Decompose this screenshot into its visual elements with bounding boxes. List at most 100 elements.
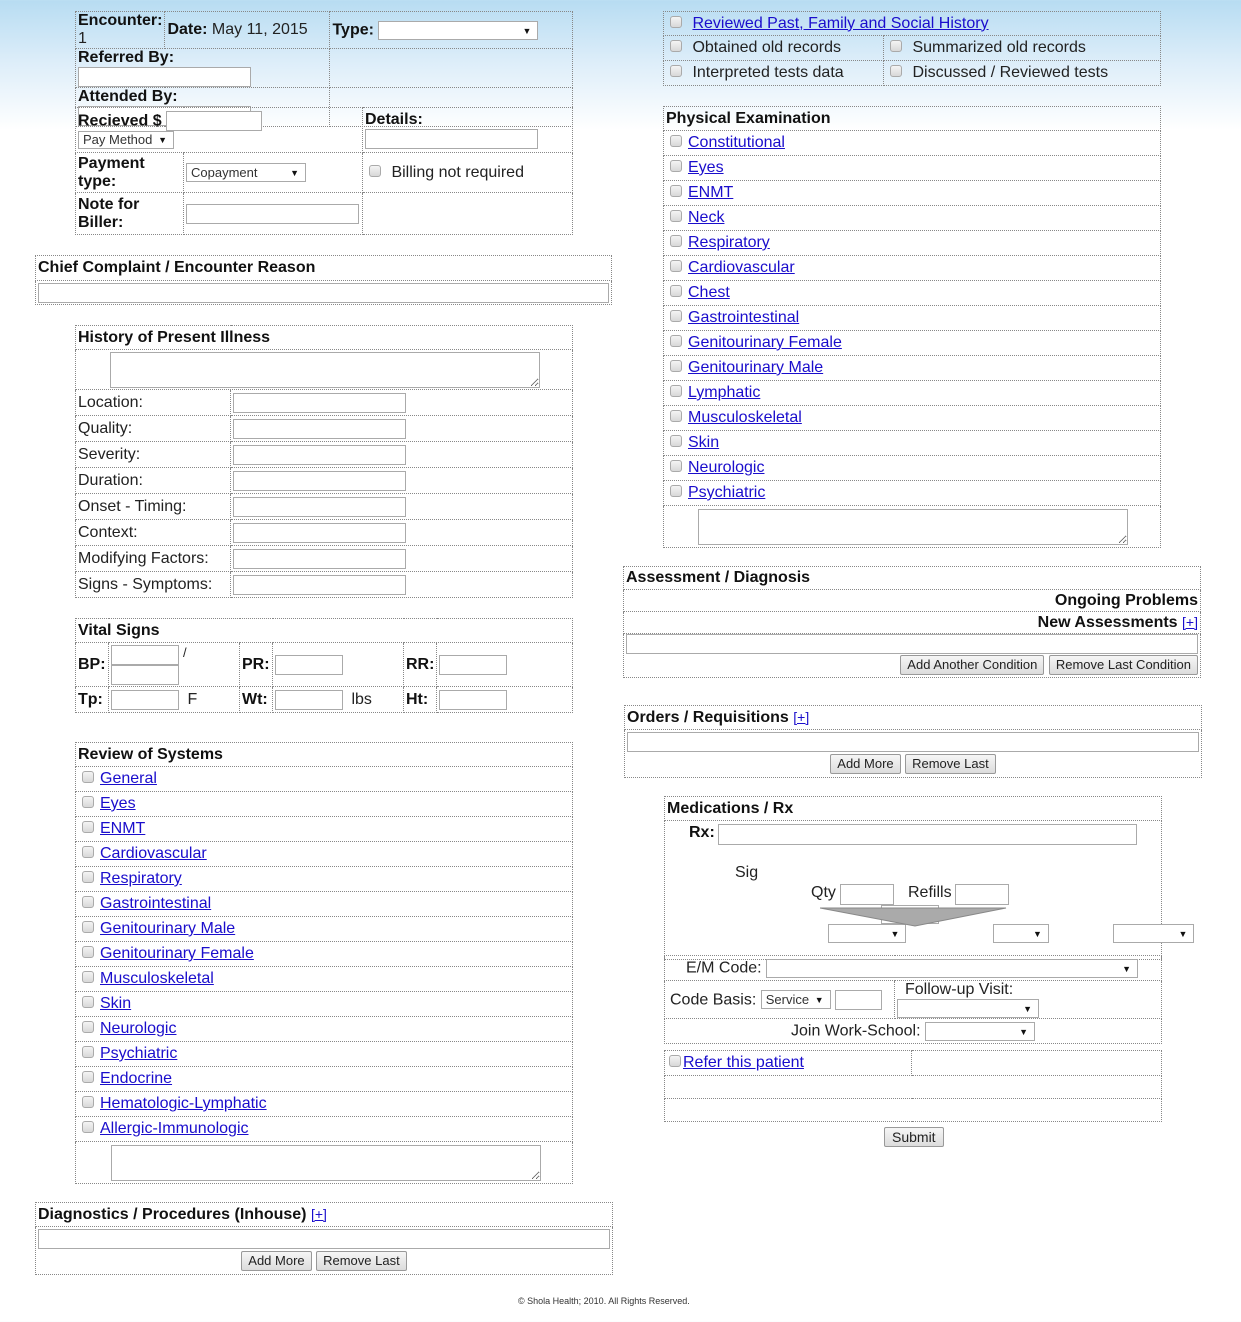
payment-type-select[interactable]: Copayment ▼ xyxy=(186,163,306,182)
physical-exam-item-checkbox[interactable] xyxy=(670,360,682,373)
physical-exam-item-link[interactable]: Cardiovascular xyxy=(688,259,795,276)
code-basis-select[interactable]: Service ▼ xyxy=(760,990,831,1010)
ros-item-checkbox[interactable] xyxy=(82,796,94,809)
rx-input[interactable] xyxy=(718,824,1137,845)
physical-exam-item-checkbox[interactable] xyxy=(670,185,682,198)
ros-item-checkbox[interactable] xyxy=(82,846,94,859)
diagnostics-add-more-button[interactable]: Add More xyxy=(241,1251,312,1271)
orders-input[interactable] xyxy=(627,732,1199,752)
new-assessment-input[interactable] xyxy=(626,634,1198,654)
code-basis-input[interactable] xyxy=(835,989,883,1010)
orders-add-more-button[interactable]: Add More xyxy=(830,754,901,774)
ros-item-link[interactable]: Psychiatric xyxy=(100,1045,177,1062)
physical-exam-textarea[interactable] xyxy=(698,508,1128,545)
weight-input[interactable] xyxy=(275,689,343,710)
chief-complaint-input[interactable] xyxy=(38,282,609,303)
hpi-field-input[interactable] xyxy=(233,574,406,595)
physical-exam-item-link[interactable]: Eyes xyxy=(688,159,724,176)
physical-exam-item-checkbox[interactable] xyxy=(670,235,682,248)
ros-item-checkbox[interactable] xyxy=(82,971,94,984)
rr-input[interactable] xyxy=(439,654,508,675)
ros-item-link[interactable]: Musculoskeletal xyxy=(100,970,214,987)
diagnostics-add-link[interactable]: [+] xyxy=(311,1206,327,1222)
hpi-field-input[interactable] xyxy=(233,496,406,517)
physical-exam-item-link[interactable]: Chest xyxy=(688,284,730,301)
ros-item-link[interactable]: Neurologic xyxy=(100,1020,176,1037)
orders-remove-last-button[interactable]: Remove Last xyxy=(905,754,996,774)
physical-exam-item-checkbox[interactable] xyxy=(670,485,682,498)
em-code-select[interactable]: ▼ xyxy=(766,958,1139,978)
refer-patient-checkbox[interactable] xyxy=(669,1055,681,1068)
physical-exam-item-link[interactable]: Psychiatric xyxy=(688,484,765,501)
obtained-old-records-checkbox[interactable] xyxy=(670,40,682,53)
ros-item-checkbox[interactable] xyxy=(82,871,94,884)
qty-input[interactable] xyxy=(840,884,894,905)
hpi-field-input[interactable] xyxy=(233,418,406,439)
ros-item-checkbox[interactable] xyxy=(82,1096,94,1109)
ros-item-checkbox[interactable] xyxy=(82,1021,94,1034)
bp-diastolic-input[interactable] xyxy=(111,664,179,685)
followup-visit-select[interactable]: ▼ xyxy=(897,999,1039,1018)
pay-method-select[interactable]: Pay Method ▼ xyxy=(78,131,174,149)
ros-item-checkbox[interactable] xyxy=(82,1071,94,1084)
physical-exam-item-checkbox[interactable] xyxy=(670,335,682,348)
physical-exam-item-link[interactable]: Skin xyxy=(688,434,719,451)
ros-item-link[interactable]: Hematologic-Lymphatic xyxy=(100,1095,267,1112)
physical-exam-item-link[interactable]: Respiratory xyxy=(688,234,770,251)
ros-item-checkbox[interactable] xyxy=(82,1121,94,1134)
pfsh-checkbox[interactable] xyxy=(670,15,682,28)
join-work-school-select[interactable]: ▼ xyxy=(924,1021,1035,1041)
type-select[interactable]: ▼ xyxy=(378,20,539,40)
physical-exam-item-checkbox[interactable] xyxy=(670,460,682,473)
diagnostics-remove-last-button[interactable]: Remove Last xyxy=(316,1251,407,1271)
billing-not-required-checkbox[interactable] xyxy=(369,164,381,177)
hpi-field-input[interactable] xyxy=(233,392,406,413)
physical-exam-item-checkbox[interactable] xyxy=(670,410,682,423)
ros-item-link[interactable]: ENMT xyxy=(100,820,145,837)
ros-item-link[interactable]: General xyxy=(100,770,157,787)
received-amount-input[interactable] xyxy=(166,111,263,131)
ros-item-link[interactable]: Eyes xyxy=(100,795,136,812)
physical-exam-item-checkbox[interactable] xyxy=(670,135,682,148)
physical-exam-item-checkbox[interactable] xyxy=(670,385,682,398)
ros-item-link[interactable]: Respiratory xyxy=(100,870,182,887)
hpi-textarea[interactable] xyxy=(110,351,540,388)
interpreted-tests-checkbox[interactable] xyxy=(670,65,682,78)
hpi-field-input[interactable] xyxy=(233,548,406,569)
sig-select-3[interactable]: ▼ xyxy=(1113,923,1195,943)
diagnostics-input[interactable] xyxy=(38,1229,610,1249)
submit-button[interactable]: Submit xyxy=(884,1127,944,1147)
physical-exam-item-checkbox[interactable] xyxy=(670,210,682,223)
physical-exam-item-link[interactable]: Genitourinary Male xyxy=(688,359,823,376)
physical-exam-item-checkbox[interactable] xyxy=(670,285,682,298)
physical-exam-item-link[interactable]: Musculoskeletal xyxy=(688,409,802,426)
details-input[interactable] xyxy=(365,129,538,149)
physical-exam-item-link[interactable]: Neurologic xyxy=(688,459,764,476)
temperature-input[interactable] xyxy=(111,689,179,710)
note-for-biller-input[interactable] xyxy=(186,203,359,224)
ros-item-link[interactable]: Skin xyxy=(100,995,131,1012)
ros-item-checkbox[interactable] xyxy=(82,896,94,909)
add-medication-arrow-icon[interactable] xyxy=(820,906,1008,928)
bp-systolic-input[interactable] xyxy=(111,644,179,665)
orders-add-link[interactable]: [+] xyxy=(793,709,809,725)
ros-item-checkbox[interactable] xyxy=(82,821,94,834)
pfsh-link[interactable]: Reviewed Past, Family and Social History xyxy=(692,15,988,32)
ros-textarea[interactable] xyxy=(111,1144,541,1181)
physical-exam-item-link[interactable]: Neck xyxy=(688,209,724,226)
referred-by-input[interactable] xyxy=(78,67,251,87)
height-input[interactable] xyxy=(439,689,508,710)
physical-exam-item-link[interactable]: Genitourinary Female xyxy=(688,334,842,351)
ros-item-link[interactable]: Genitourinary Female xyxy=(100,945,254,962)
physical-exam-item-checkbox[interactable] xyxy=(670,310,682,323)
physical-exam-item-checkbox[interactable] xyxy=(670,435,682,448)
physical-exam-item-checkbox[interactable] xyxy=(670,160,682,173)
refer-patient-link[interactable]: Refer this patient xyxy=(683,1054,804,1071)
ros-item-checkbox[interactable] xyxy=(82,996,94,1009)
hpi-field-input[interactable] xyxy=(233,444,406,465)
physical-exam-item-link[interactable]: Constitutional xyxy=(688,134,785,151)
discussed-tests-checkbox[interactable] xyxy=(890,65,902,78)
ros-item-checkbox[interactable] xyxy=(82,771,94,784)
summarized-old-records-checkbox[interactable] xyxy=(890,40,902,53)
new-assessment-add-link[interactable]: [+] xyxy=(1182,614,1198,630)
